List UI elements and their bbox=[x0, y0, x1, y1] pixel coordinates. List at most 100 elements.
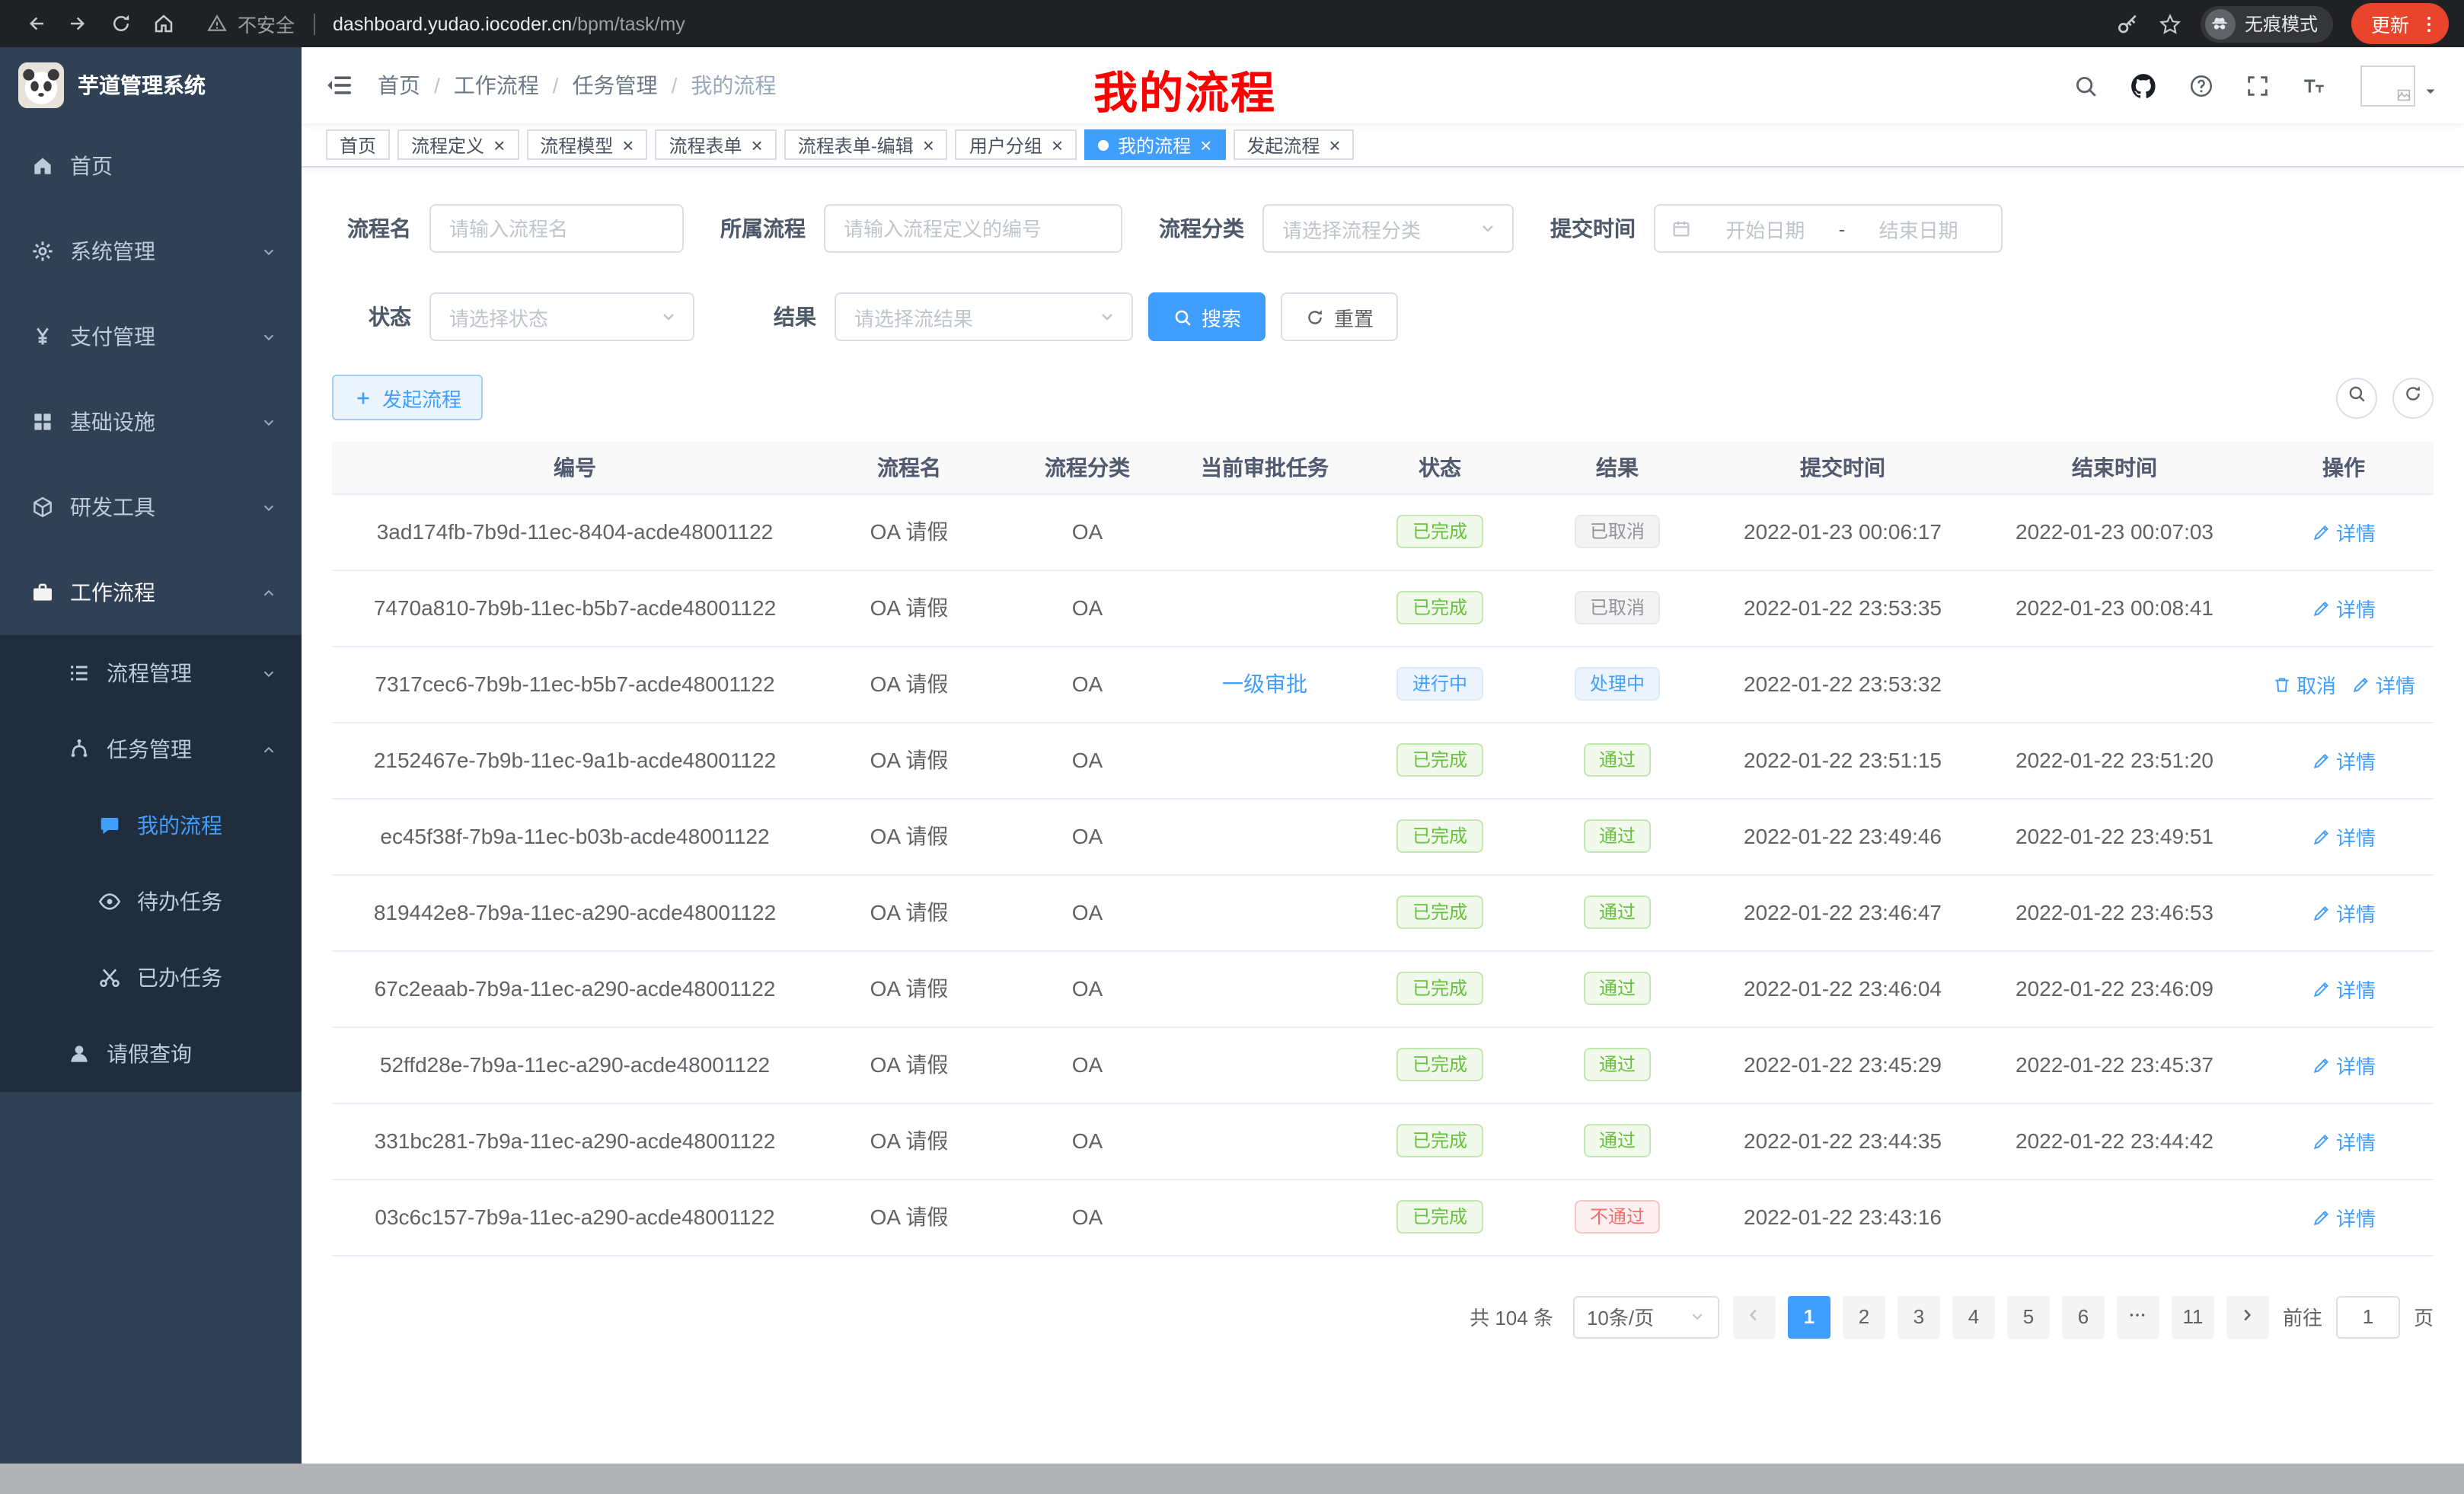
tab-label: 流程模型 bbox=[540, 132, 613, 158]
sidebar-item-dev-tools[interactable]: 研发工具 bbox=[0, 464, 302, 550]
submit-time-range-picker[interactable]: 开始日期 - 结束日期 bbox=[1654, 204, 2003, 253]
detail-action-link[interactable]: 详情 bbox=[2351, 669, 2415, 698]
browser-reload-icon[interactable] bbox=[101, 5, 140, 42]
sidebar-item-label: 请假查询 bbox=[107, 1039, 302, 1069]
current-task-link[interactable]: 一级审批 bbox=[1222, 672, 1307, 696]
user-avatar[interactable] bbox=[2360, 65, 2440, 106]
process-name-input[interactable] bbox=[429, 204, 684, 253]
close-icon[interactable]: × bbox=[752, 135, 763, 155]
page-button-6[interactable]: 6 bbox=[2062, 1295, 2105, 1338]
update-label: 更新 bbox=[2371, 9, 2409, 38]
hamburger-icon[interactable] bbox=[302, 70, 378, 101]
sidebar-item-todo-tasks[interactable]: 待办任务 bbox=[0, 864, 302, 940]
key-icon[interactable] bbox=[2115, 11, 2140, 36]
detail-action-link[interactable]: 详情 bbox=[2312, 898, 2376, 927]
detail-action-link[interactable]: 详情 bbox=[2312, 974, 2376, 1003]
cell-actions: 详情 bbox=[2254, 493, 2434, 570]
detail-action-link[interactable]: 详情 bbox=[2312, 822, 2376, 851]
browser-home-icon[interactable] bbox=[143, 5, 183, 42]
address-bar[interactable]: 不安全 dashboard.yudao.iocoder.cn/bpm/task/… bbox=[207, 9, 685, 38]
page-button-3[interactable]: 3 bbox=[1897, 1295, 1940, 1338]
goto-page-input[interactable] bbox=[2336, 1295, 2400, 1338]
tab-6[interactable]: 我的流程× bbox=[1084, 129, 1225, 160]
cell-submit-time: 2022-01-23 00:06:17 bbox=[1710, 493, 1975, 570]
breadcrumb-item[interactable]: 首页 bbox=[378, 70, 420, 101]
browser-back-icon[interactable] bbox=[15, 5, 55, 42]
close-icon[interactable]: × bbox=[1200, 135, 1211, 155]
close-icon[interactable]: × bbox=[923, 135, 934, 155]
help-icon[interactable] bbox=[2173, 47, 2229, 123]
next-page-button[interactable] bbox=[2226, 1295, 2269, 1338]
bookmark-star-icon[interactable] bbox=[2158, 11, 2182, 36]
page-button-5[interactable]: 5 bbox=[2007, 1295, 2050, 1338]
sidebar-item-my-process[interactable]: 我的流程 bbox=[0, 787, 302, 864]
table-row: 819442e8-7b9a-11ec-a290-acde48001122OA 请… bbox=[332, 874, 2434, 950]
tab-label: 用户分组 bbox=[969, 132, 1042, 158]
fullscreen-icon[interactable] bbox=[2229, 47, 2286, 123]
sidebar-item-infrastructure[interactable]: 基础设施 bbox=[0, 379, 302, 464]
more-pages-button[interactable] bbox=[2117, 1295, 2159, 1338]
page-button-2[interactable]: 2 bbox=[1843, 1295, 1885, 1338]
page-size-select[interactable]: 10条/页 bbox=[1573, 1295, 1719, 1338]
tab-2[interactable]: 流程模型 × bbox=[526, 129, 647, 160]
sidebar-item-system[interactable]: 系统管理 bbox=[0, 209, 302, 294]
cell-process-id: 3ad174fb-7b9d-11ec-8404-acde48001122 bbox=[332, 493, 818, 570]
sidebar-item-done-tasks[interactable]: 已办任务 bbox=[0, 940, 302, 1016]
page-button-1[interactable]: 1 bbox=[1788, 1295, 1830, 1338]
detail-action-link[interactable]: 详情 bbox=[2312, 1126, 2376, 1155]
parent-process-input[interactable] bbox=[824, 204, 1122, 253]
refresh-table-button[interactable] bbox=[2392, 377, 2434, 418]
sidebar-item-payment[interactable]: 支付管理 bbox=[0, 294, 302, 379]
sidebar-item-leave-query[interactable]: 请假查询 bbox=[0, 1016, 302, 1092]
calendar-icon bbox=[1671, 218, 1692, 239]
github-icon[interactable] bbox=[2114, 47, 2173, 123]
cell-current-task bbox=[1174, 1026, 1355, 1103]
sidebar-item-workflow[interactable]: 工作流程 bbox=[0, 550, 302, 635]
incognito-profile-chip[interactable]: 无痕模式 bbox=[2201, 5, 2333, 42]
start-process-button[interactable]: 发起流程 bbox=[332, 375, 483, 420]
app-logo[interactable]: 芋道管理系统 bbox=[0, 47, 302, 123]
detail-action-link[interactable]: 详情 bbox=[2312, 1050, 2376, 1079]
breadcrumb-item[interactable]: 工作流程 bbox=[454, 70, 539, 101]
search-button[interactable]: 搜索 bbox=[1148, 292, 1266, 341]
detail-action-link[interactable]: 详情 bbox=[2312, 517, 2376, 546]
tab-7[interactable]: 发起流程× bbox=[1233, 129, 1354, 160]
reset-button[interactable]: 重置 bbox=[1281, 292, 1398, 341]
detail-action-link[interactable]: 详情 bbox=[2312, 593, 2376, 622]
breadcrumb-item[interactable]: 任务管理 bbox=[573, 70, 658, 101]
breadcrumb-item[interactable]: 我的流程 bbox=[691, 70, 776, 101]
close-icon[interactable]: × bbox=[622, 135, 634, 155]
cancel-action-link[interactable]: 取消 bbox=[2272, 669, 2336, 698]
close-icon[interactable]: × bbox=[1329, 135, 1340, 155]
font-size-icon[interactable] bbox=[2286, 47, 2342, 123]
detail-action-link[interactable]: 详情 bbox=[2312, 745, 2376, 774]
result-select[interactable]: 请选择流结果 bbox=[835, 292, 1133, 341]
browser-forward-icon[interactable] bbox=[58, 5, 97, 42]
detail-action-link[interactable]: 详情 bbox=[2312, 1202, 2376, 1231]
breadcrumb-separator: / bbox=[553, 73, 559, 97]
cell-process-name: OA 请假 bbox=[818, 1026, 1001, 1103]
end-date-placeholder[interactable]: 结束日期 bbox=[1851, 214, 1986, 243]
category-select[interactable]: 请选择流程分类 bbox=[1262, 204, 1514, 253]
tab-1[interactable]: 流程定义× bbox=[397, 129, 519, 160]
status-select[interactable]: 请选择状态 bbox=[429, 292, 694, 341]
browser-update-button[interactable]: 更新 bbox=[2351, 3, 2449, 44]
start-date-placeholder[interactable]: 开始日期 bbox=[1698, 214, 1833, 243]
page-button-4[interactable]: 4 bbox=[1952, 1295, 1995, 1338]
chevron-up-icon bbox=[260, 741, 277, 758]
sidebar-item-task-management[interactable]: 任务管理 bbox=[0, 711, 302, 787]
tab-0[interactable]: 首页 bbox=[326, 129, 390, 160]
page-button-11[interactable]: 11 bbox=[2172, 1295, 2214, 1338]
prev-page-button[interactable] bbox=[1733, 1295, 1776, 1338]
close-icon[interactable]: × bbox=[1052, 135, 1063, 155]
kebab-menu-icon[interactable] bbox=[2418, 13, 2440, 34]
toggle-search-button[interactable] bbox=[2336, 377, 2377, 418]
tab-5[interactable]: 用户分组 × bbox=[956, 129, 1077, 160]
search-icon[interactable] bbox=[2057, 47, 2114, 123]
tab-4[interactable]: 流程表单-编辑× bbox=[784, 129, 948, 160]
sidebar-item-process-management[interactable]: 流程管理 bbox=[0, 635, 302, 711]
chevron-down-icon bbox=[260, 413, 277, 430]
tab-3[interactable]: 流程表单× bbox=[655, 129, 776, 160]
sidebar-item-home[interactable]: 首页 bbox=[0, 123, 302, 209]
close-icon[interactable]: × bbox=[493, 135, 505, 155]
